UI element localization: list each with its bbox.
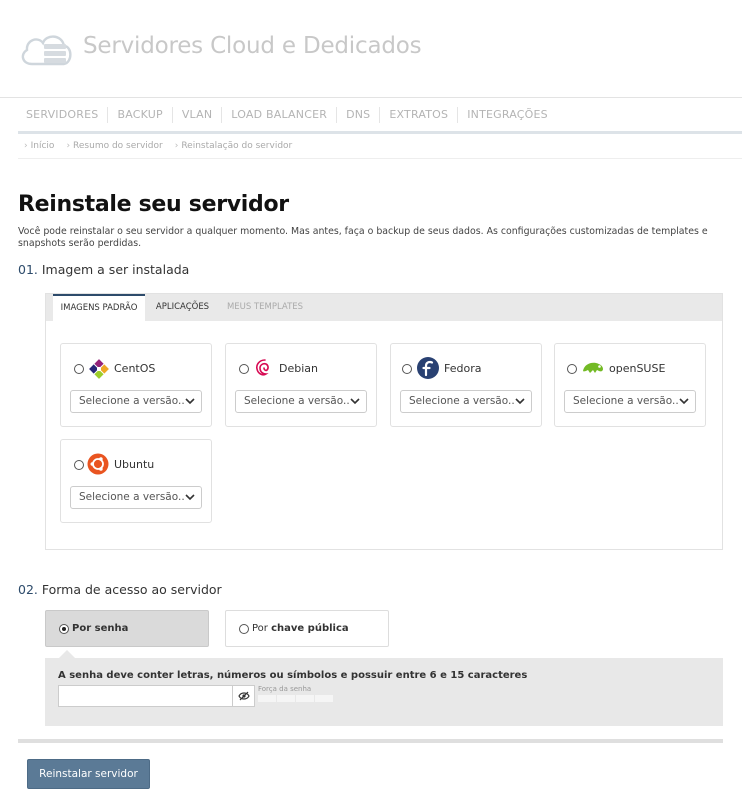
radio-password[interactable] bbox=[59, 623, 69, 634]
eye-toggle-icon bbox=[238, 691, 250, 701]
opensuse-logo-icon bbox=[583, 362, 603, 373]
strength-bar bbox=[296, 695, 314, 702]
password-visibility-toggle[interactable] bbox=[232, 685, 255, 707]
section-access-title: 02. Forma de acesso ao servidor bbox=[18, 582, 222, 597]
nav-item-vlan[interactable]: VLAN bbox=[173, 107, 223, 123]
radio-fedora[interactable] bbox=[402, 364, 412, 374]
nav-item-backup[interactable]: BACKUP bbox=[108, 107, 173, 123]
version-select-fedora[interactable]: Selecione a versão.. bbox=[400, 390, 532, 413]
nav-item-load-balancer[interactable]: LOAD BALANCER bbox=[222, 107, 338, 123]
breadcrumb-inicio[interactable]: Início bbox=[24, 141, 55, 151]
password-input[interactable] bbox=[58, 685, 233, 707]
radio-public-key[interactable] bbox=[239, 623, 249, 634]
radio-ubuntu[interactable] bbox=[74, 460, 84, 470]
tab-imagens-padrao[interactable]: IMAGENS PADRÃO bbox=[53, 294, 145, 321]
ubuntu-logo-icon bbox=[87, 453, 109, 475]
version-select-opensuse[interactable]: Selecione a versão.. bbox=[564, 390, 696, 413]
section-number: 01. bbox=[18, 262, 38, 277]
cloud-server-icon bbox=[21, 35, 72, 66]
strength-bar bbox=[315, 695, 333, 702]
strength-bar bbox=[277, 695, 295, 702]
breadcrumb-divider bbox=[18, 158, 742, 159]
tab-aplicacoes[interactable]: APLICAÇÕES bbox=[149, 294, 216, 321]
radio-debian[interactable] bbox=[239, 364, 249, 374]
nav-item-dns[interactable]: DNS bbox=[337, 107, 381, 123]
section-image-title: 01. Imagem a ser instalada bbox=[18, 262, 189, 277]
image-card-ubuntu[interactable]: Ubuntu Selecione a versão.. bbox=[60, 439, 212, 523]
nav-item-servidores[interactable]: SERVIDORES bbox=[18, 107, 109, 123]
nav-item-extratos[interactable]: EXTRATOS bbox=[380, 107, 459, 123]
chevron-down-icon bbox=[515, 398, 525, 405]
breadcrumb-resumo[interactable]: Resumo do servidor bbox=[66, 141, 163, 151]
image-card-centos[interactable]: CentOS Selecione a versão.. bbox=[60, 343, 212, 427]
breadcrumb: Início Resumo do servidor Reinstalação d… bbox=[24, 141, 304, 151]
section-label: Imagem a ser instalada bbox=[41, 262, 190, 277]
chevron-down-icon bbox=[350, 398, 360, 405]
radio-opensuse[interactable] bbox=[567, 364, 577, 374]
access-option-key-prefix: Por bbox=[252, 623, 268, 634]
page-intro: Você pode reinstalar o seu servidor a qu… bbox=[18, 226, 708, 249]
os-name-opensuse: openSUSE bbox=[609, 362, 666, 375]
chevron-down-icon bbox=[185, 494, 195, 501]
section-number: 02. bbox=[18, 582, 38, 597]
version-select-debian[interactable]: Selecione a versão.. bbox=[235, 390, 367, 413]
tab-meus-templates[interactable]: MEUS TEMPLATES bbox=[222, 294, 308, 321]
nav-item-integracoes[interactable]: INTEGRAÇÕES bbox=[458, 107, 557, 123]
chevron-down-icon bbox=[679, 398, 689, 405]
image-card-debian[interactable]: Debian Selecione a versão.. bbox=[225, 343, 377, 427]
access-option-password[interactable]: Por senha bbox=[45, 610, 209, 647]
select-value: Selecione a versão.. bbox=[244, 395, 350, 407]
centos-logo-icon bbox=[89, 359, 109, 379]
page-title: Reinstale seu servidor bbox=[18, 192, 289, 217]
version-select-ubuntu[interactable]: Selecione a versão.. bbox=[70, 486, 202, 509]
select-value: Selecione a versão.. bbox=[409, 395, 515, 407]
select-value: Selecione a versão.. bbox=[79, 395, 185, 407]
section-divider bbox=[18, 739, 723, 743]
strength-meter bbox=[258, 695, 334, 702]
os-name-fedora: Fedora bbox=[444, 362, 482, 375]
radio-centos[interactable] bbox=[74, 364, 84, 374]
image-card-opensuse[interactable]: openSUSE Selecione a versão.. bbox=[554, 343, 706, 427]
breadcrumb-current: Reinstalação do servidor bbox=[175, 141, 292, 151]
select-value: Selecione a versão.. bbox=[79, 491, 185, 503]
strength-label: Força da senha bbox=[258, 685, 312, 693]
access-option-password-label: Por senha bbox=[72, 623, 129, 634]
fedora-logo-icon bbox=[417, 357, 439, 379]
access-option-public-key[interactable]: Por chave pública bbox=[225, 610, 389, 647]
section-label: Forma de acesso ao servidor bbox=[41, 582, 222, 597]
password-hint: A senha deve conter letras, números ou s… bbox=[58, 670, 528, 681]
reinstall-button[interactable]: Reinstalar servidor bbox=[27, 759, 150, 789]
images-panel: IMAGENS PADRÃO APLICAÇÕES MEUS TEMPLATES… bbox=[45, 293, 723, 550]
image-card-fedora[interactable]: Fedora Selecione a versão.. bbox=[390, 343, 542, 427]
main-nav: SERVIDORES BACKUP VLAN LOAD BALANCER DNS… bbox=[18, 99, 742, 134]
os-name-centos: CentOS bbox=[114, 362, 156, 375]
strength-bar bbox=[258, 695, 276, 702]
tab-bar: IMAGENS PADRÃO APLICAÇÕES MEUS TEMPLATES bbox=[46, 294, 722, 321]
select-value: Selecione a versão.. bbox=[573, 395, 679, 407]
version-select-centos[interactable]: Selecione a versão.. bbox=[70, 390, 202, 413]
os-name-ubuntu: Ubuntu bbox=[114, 458, 155, 471]
chevron-down-icon bbox=[185, 398, 195, 405]
debian-logo-icon bbox=[256, 359, 269, 376]
brand-title: Servidores Cloud e Dedicados bbox=[83, 33, 422, 59]
os-name-debian: Debian bbox=[279, 362, 318, 375]
app-header: Servidores Cloud e Dedicados bbox=[0, 0, 742, 98]
access-option-key-label: chave pública bbox=[271, 623, 349, 634]
